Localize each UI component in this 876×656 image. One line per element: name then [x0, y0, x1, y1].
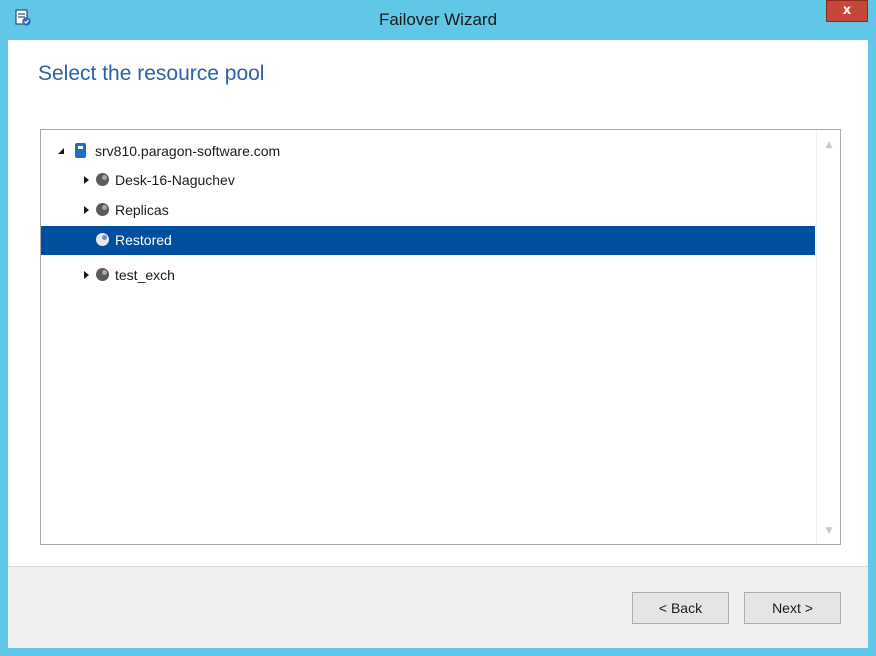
collapsed-arrow-icon[interactable] — [84, 271, 89, 279]
expanded-arrow-icon[interactable] — [58, 148, 64, 154]
tree-item-test-exch[interactable]: test_exch — [41, 261, 815, 290]
title-bar: Failover Wizard x — [0, 0, 876, 40]
tree-item-label: Desk-16-Naguchev — [115, 172, 235, 188]
wizard-page: Select the resource pool srv810.paragon-… — [8, 40, 868, 566]
tree-item-label: Replicas — [115, 202, 169, 218]
resource-pool-icon — [96, 268, 109, 281]
tree-item-label: test_exch — [115, 267, 175, 283]
scroll-down-icon[interactable]: ▼ — [824, 526, 834, 536]
tree-item-replicas[interactable]: Replicas — [41, 196, 815, 225]
resource-pool-icon — [96, 203, 109, 216]
resource-pool-tree[interactable]: srv810.paragon-software.com Desk-16-Nagu… — [40, 129, 841, 545]
back-button[interactable]: < Back — [632, 592, 729, 624]
resource-pool-icon — [96, 173, 109, 186]
tree-item-server[interactable]: srv810.paragon-software.com — [41, 137, 815, 166]
collapsed-arrow-icon[interactable] — [84, 176, 89, 184]
next-button[interactable]: Next > — [744, 592, 841, 624]
window-title: Failover Wizard — [378, 10, 498, 29]
vertical-scrollbar[interactable]: ▲ ▼ — [816, 130, 840, 544]
close-button[interactable]: x — [826, 0, 868, 22]
tree-item-label: srv810.paragon-software.com — [95, 143, 281, 159]
page-title: Select the resource pool — [38, 62, 265, 85]
tree-item-restored[interactable]: Restored — [41, 226, 815, 255]
resource-pool-icon — [96, 233, 109, 246]
collapsed-arrow-icon[interactable] — [84, 206, 89, 214]
failover-wizard-window: Failover Wizard x Select the resource po… — [0, 0, 876, 656]
wizard-footer: < Back Next > — [8, 566, 868, 648]
tree-item-desk-16-naguchev[interactable]: Desk-16-Naguchev — [41, 166, 815, 195]
server-icon — [75, 143, 86, 158]
tree-item-label: Restored — [115, 232, 172, 248]
scroll-up-icon[interactable]: ▲ — [824, 140, 834, 150]
